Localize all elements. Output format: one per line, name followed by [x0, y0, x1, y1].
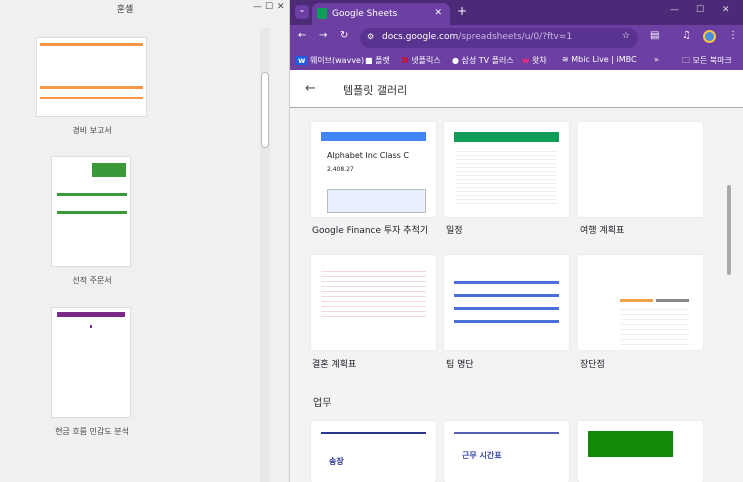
reload-icon[interactable]: ↻	[340, 30, 348, 41]
bookmarks-bar: w 웨이브(wavve) ■ 플랫 N 넷플릭스 ● 삼성 TV 플러스 w 왓…	[290, 50, 743, 70]
card-label: Google Finance 투자 추적기	[312, 226, 429, 236]
template-thumb-expense[interactable]	[36, 37, 147, 117]
template-card-tracker[interactable]	[578, 421, 703, 482]
template-card-wedding[interactable]	[311, 255, 436, 350]
template-label: 선적 주문서	[72, 276, 112, 285]
card-label: 여행 계획표	[580, 226, 625, 236]
template-card-timesheet[interactable]: 근무 시간표	[444, 421, 569, 482]
back-arrow-icon[interactable]: ←	[305, 81, 316, 96]
reading-list-icon[interactable]: ▤	[650, 30, 659, 41]
bookmark-star-icon[interactable]: ☆	[622, 31, 630, 41]
scrollbar[interactable]	[260, 28, 270, 482]
template-label: 경비 보고서	[72, 126, 112, 135]
template-card-schedule[interactable]	[444, 122, 569, 217]
minimize-button[interactable]: —	[253, 2, 262, 12]
gallery-header: ← 템플릿 갤러리	[290, 70, 743, 108]
card-label: 팀 명단	[446, 360, 474, 370]
template-card-finance[interactable]: Alphabet Inc Class C 2,408.27	[311, 122, 436, 217]
minimize-icon[interactable]: —	[670, 5, 679, 15]
bookmark-item[interactable]: ■ 플랫	[365, 55, 390, 66]
tab-title: Google Sheets	[332, 9, 398, 19]
address-bar[interactable]: ⚙ docs.google.com/spreadsheets/u/0/?ftv=…	[360, 28, 638, 48]
scrollbar-thumb[interactable]	[261, 72, 269, 148]
preview-title: 근무 시간표	[462, 451, 502, 460]
panel-title: 훈셸	[116, 5, 134, 15]
sheets-icon	[317, 8, 327, 19]
template-label: 현금 흐름 민감도 분석	[55, 427, 129, 436]
preview-title: 송장	[329, 457, 344, 466]
card-label: 결혼 계획표	[312, 360, 357, 370]
maximize-icon[interactable]: ☐	[696, 5, 704, 15]
close-window-icon[interactable]: ✕	[722, 5, 730, 15]
menu-icon[interactable]: ⋮	[728, 30, 738, 41]
template-card-proscons[interactable]	[578, 255, 703, 350]
tab-strip: ⌄ Google Sheets ✕ + — ☐ ✕	[290, 0, 743, 25]
bookmark-item[interactable]: w 왓챠	[522, 55, 547, 66]
new-tab-icon[interactable]: +	[457, 4, 467, 18]
bookmark-item[interactable]: ≋ Mbic Live | iMBC	[562, 55, 637, 64]
toolbar: ← → ↻ ⚙ docs.google.com/spreadsheets/u/0…	[290, 25, 743, 50]
bookmark-item[interactable]: ● 삼성 TV 플러스	[452, 55, 514, 66]
close-button[interactable]: ✕	[277, 2, 285, 12]
card-label: 장단점	[580, 360, 605, 370]
template-card-travel[interactable]	[578, 122, 703, 217]
tab-google-sheets[interactable]: Google Sheets ✕	[312, 3, 450, 25]
template-thumb-shipping[interactable]	[51, 156, 131, 267]
template-card-invoice[interactable]: 송장	[311, 421, 436, 482]
browser-window: ⌄ Google Sheets ✕ + — ☐ ✕ ← → ↻ ⚙ docs.g…	[290, 0, 743, 482]
preview-title: Alphabet Inc Class C	[327, 151, 409, 160]
profile-avatar[interactable]	[703, 30, 716, 43]
forward-icon[interactable]: →	[319, 30, 327, 41]
template-panel: 훈셸 — ☐ ✕ 경비 보고서 선적 주문서 현금 흐름 민감도 분석	[0, 0, 290, 482]
tab-search-icon[interactable]: ⌄	[295, 5, 309, 19]
back-icon[interactable]: ←	[298, 30, 306, 41]
preview-price: 2,408.27	[327, 166, 354, 173]
url-host: docs.google.com	[382, 32, 459, 42]
media-icon[interactable]: ♫	[682, 30, 691, 41]
more-bookmarks-icon[interactable]: »	[654, 55, 659, 64]
section-heading-work: 업무	[313, 398, 332, 409]
site-info-icon[interactable]: ⚙	[367, 32, 374, 41]
close-tab-icon[interactable]: ✕	[434, 8, 442, 18]
url-path: /spreadsheets/u/0/?ftv=1	[458, 32, 573, 42]
template-card-team[interactable]	[444, 255, 569, 350]
page-title: 템플릿 갤러리	[343, 84, 408, 97]
scrollbar-thumb[interactable]	[727, 185, 731, 275]
maximize-button[interactable]: ☐	[265, 2, 273, 12]
bookmark-item[interactable]: w 웨이브(wavve)	[296, 55, 364, 66]
template-thumb-cashflow[interactable]	[51, 307, 131, 418]
all-bookmarks[interactable]: 🗀 모든 북마크	[682, 55, 732, 69]
card-label: 일정	[446, 226, 463, 236]
bookmark-item[interactable]: N 넷플릭스	[402, 55, 441, 66]
